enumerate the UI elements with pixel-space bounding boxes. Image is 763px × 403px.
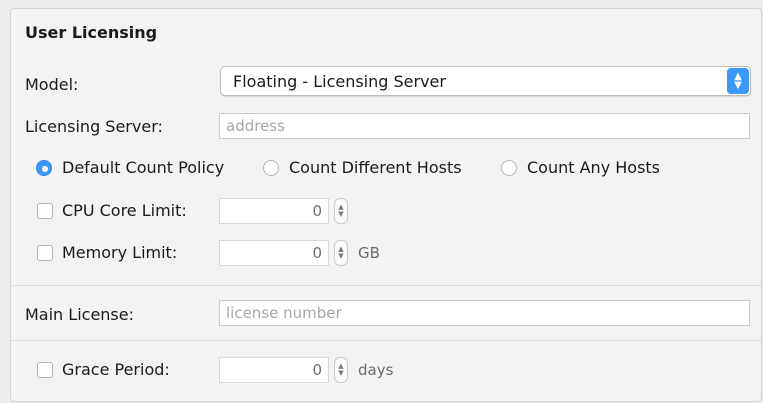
grace-period-input[interactable]: 0 — [219, 357, 329, 383]
grace-period-label: Grace Period: — [62, 360, 170, 379]
licensing-server-label: Licensing Server: — [25, 117, 163, 136]
select-arrows-icon: ▲ ▼ — [727, 68, 749, 94]
radio-count-any-hosts[interactable] — [501, 160, 517, 176]
memory-limit-label: Memory Limit: — [62, 243, 178, 262]
grace-period-checkbox[interactable] — [37, 362, 53, 378]
divider — [11, 285, 761, 286]
radio-count-different-hosts[interactable] — [263, 160, 279, 176]
radio-count-different-hosts-label: Count Different Hosts — [289, 158, 462, 177]
divider — [11, 340, 761, 341]
memory-limit-input[interactable]: 0 — [219, 240, 329, 266]
section-title: User Licensing — [25, 23, 158, 42]
radio-default-count-policy-label: Default Count Policy — [62, 158, 225, 177]
cpu-core-limit-input[interactable]: 0 — [219, 198, 329, 224]
model-select[interactable]: Floating - Licensing Server ▲ ▼ — [220, 66, 751, 96]
memory-limit-stepper[interactable]: ▲ ▼ — [334, 240, 348, 266]
radio-default-count-policy[interactable] — [36, 160, 52, 176]
memory-limit-unit: GB — [358, 244, 380, 262]
radio-count-any-hosts-label: Count Any Hosts — [527, 158, 661, 177]
grace-period-stepper[interactable]: ▲ ▼ — [334, 357, 348, 383]
memory-limit-checkbox[interactable] — [37, 245, 53, 261]
main-license-input[interactable] — [219, 300, 750, 326]
cpu-core-limit-label: CPU Core Limit: — [62, 201, 187, 220]
licensing-server-input[interactable] — [219, 113, 750, 139]
cpu-core-limit-checkbox[interactable] — [37, 203, 53, 219]
cpu-core-limit-stepper[interactable]: ▲ ▼ — [334, 198, 348, 224]
model-selected-value: Floating - Licensing Server — [233, 72, 446, 91]
model-label: Model: — [25, 75, 79, 94]
main-license-label: Main License: — [25, 305, 134, 324]
user-licensing-panel: User Licensing Model: Floating - Licensi… — [10, 8, 762, 402]
grace-period-unit: days — [358, 361, 394, 379]
